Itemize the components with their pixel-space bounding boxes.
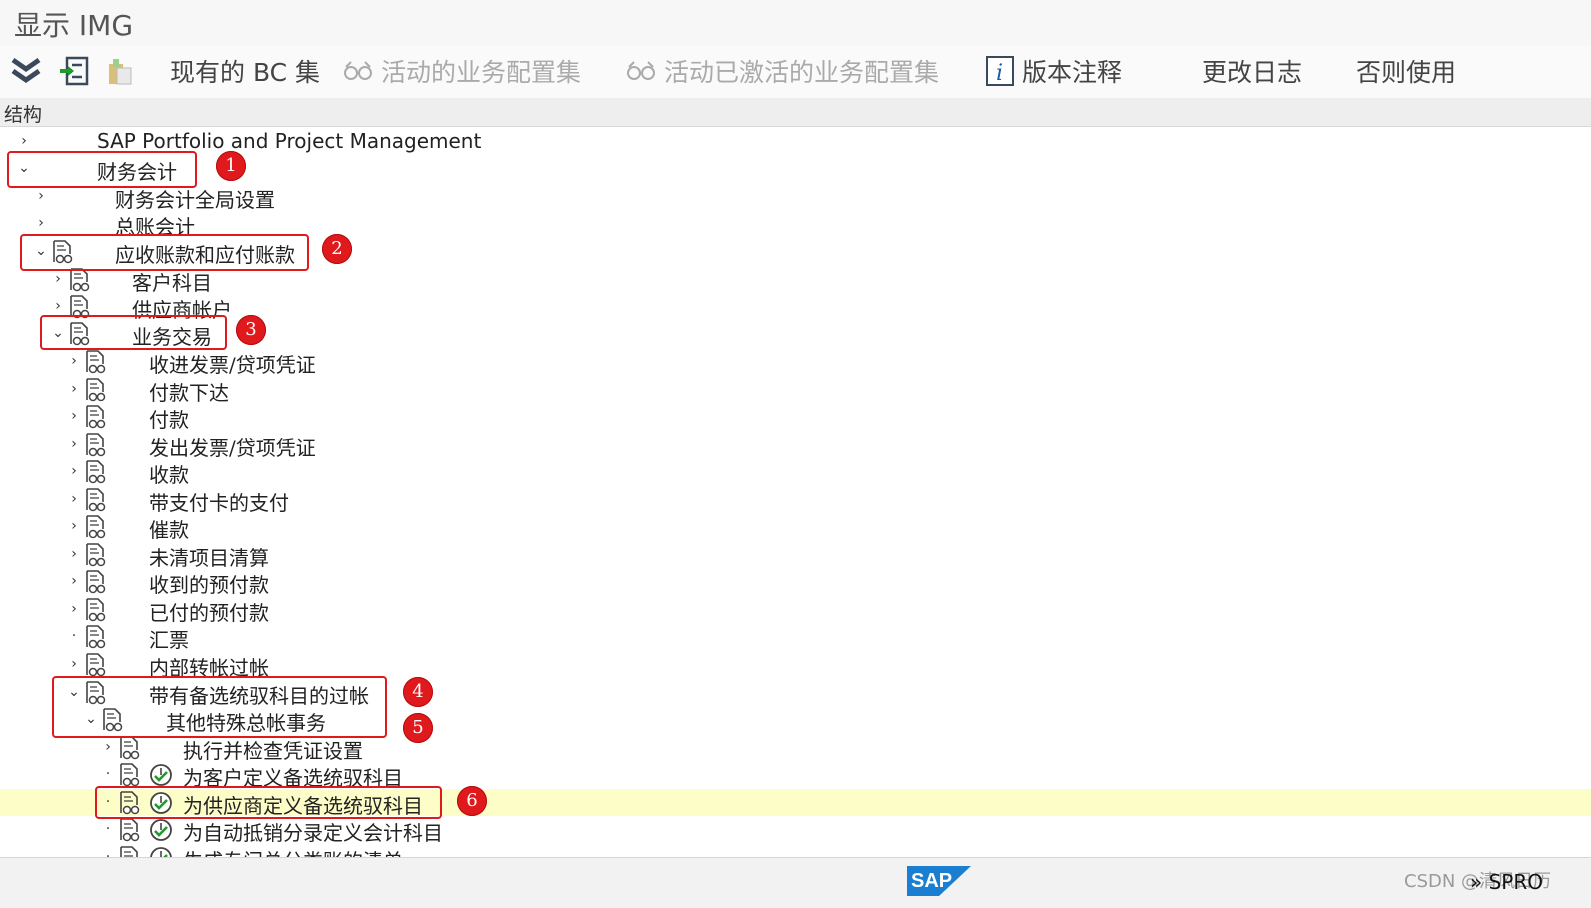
- active-bc-sets-button[interactable]: 活动的业务配置集: [343, 54, 581, 88]
- chevron-right-icon[interactable]: ›: [33, 186, 49, 206]
- callout-number-4: 4: [403, 677, 433, 707]
- chevron-right-icon[interactable]: ›: [66, 379, 82, 399]
- leaf-dot-icon: ·: [105, 849, 111, 857]
- chevron-right-icon[interactable]: ›: [66, 406, 82, 426]
- tree-node[interactable]: › 付款: [0, 403, 1591, 432]
- leaf-dot-icon: ·: [71, 628, 77, 644]
- tree-node[interactable]: › 收进发票/贷项凭证: [0, 348, 1591, 377]
- tree-node[interactable]: › 收到的预付款: [0, 568, 1591, 597]
- callout-number-6: 6: [457, 786, 487, 816]
- leaf-dot-icon: ·: [105, 766, 111, 782]
- clipboard-icon: [104, 56, 136, 86]
- callout-box-2: [20, 234, 309, 271]
- document-glasses-icon: [86, 570, 106, 594]
- leaf-dot-icon: ·: [105, 821, 111, 837]
- chevron-right-icon[interactable]: ›: [50, 269, 66, 289]
- change-log-button[interactable]: 更改日志: [1202, 54, 1302, 88]
- release-notes-button[interactable]: i 版本注释: [986, 54, 1122, 88]
- callout-number-3: 3: [236, 315, 266, 345]
- callout-box-6: [95, 786, 442, 819]
- tree-node[interactable]: › 已付的预付款: [0, 596, 1591, 625]
- tree-node[interactable]: › 付款下达: [0, 376, 1591, 405]
- document-glasses-icon: [120, 818, 140, 842]
- chevron-right-icon[interactable]: ›: [16, 131, 32, 151]
- tree-node[interactable]: · 汇票: [0, 623, 1591, 652]
- tree-node[interactable]: › 执行并检查凭证设置: [0, 734, 1591, 763]
- glasses-icon: [626, 61, 656, 81]
- chevron-right-icon[interactable]: ›: [33, 213, 49, 233]
- document-glasses-icon: [120, 846, 138, 857]
- chevron-right-icon[interactable]: ›: [66, 571, 82, 591]
- info-icon: i: [986, 56, 1014, 86]
- document-glasses-icon: [70, 268, 90, 292]
- title-bar: 显示 IMG: [0, 0, 1591, 47]
- chevron-right-icon[interactable]: ›: [66, 461, 82, 481]
- status-bar: SAP CSDN @清风日历 » SPRO: [0, 857, 1591, 908]
- document-glasses-icon: [86, 488, 106, 512]
- tree-node[interactable]: › SAP Portfolio and Project Management: [0, 128, 1591, 155]
- double-chevron-down-icon: [10, 56, 42, 86]
- svg-text:i: i: [996, 61, 1003, 86]
- callout-box-3: [40, 315, 227, 350]
- window-title: 显示 IMG: [14, 9, 134, 42]
- chevron-right-icon[interactable]: ›: [66, 434, 82, 454]
- document-glasses-icon: [86, 378, 106, 402]
- select-button[interactable]: [58, 54, 98, 88]
- execute-clock-check-icon[interactable]: [149, 846, 173, 857]
- document-glasses-icon: [86, 598, 106, 622]
- expand-all-button[interactable]: [10, 54, 50, 88]
- execute-clock-check-icon[interactable]: [149, 763, 173, 787]
- document-glasses-icon: [86, 460, 106, 484]
- tree-node[interactable]: › 带支付卡的支付: [0, 486, 1591, 515]
- transaction-code[interactable]: » SPRO: [1470, 870, 1543, 894]
- existing-bc-sets-button[interactable]: 现有的 BC 集: [170, 54, 320, 88]
- chevron-right-icon[interactable]: ›: [66, 654, 82, 674]
- tree-node[interactable]: › 财务会计全局设置: [0, 183, 1591, 212]
- execute-clock-check-icon[interactable]: [149, 818, 173, 842]
- callout-number-1: 1: [216, 151, 246, 181]
- tree-node[interactable]: › 未清项目清算: [0, 541, 1591, 570]
- tree-node[interactable]: › 催款: [0, 513, 1591, 542]
- document-glasses-icon: [86, 350, 106, 374]
- document-glasses-icon: [86, 653, 106, 677]
- tree-node[interactable]: · 为客户定义备选统驭科目: [0, 761, 1591, 790]
- tree-node[interactable]: › 总账会计: [0, 210, 1591, 239]
- activated-bc-sets-button[interactable]: 活动已激活的业务配置集: [626, 54, 939, 88]
- chevron-right-icon[interactable]: ›: [50, 296, 66, 316]
- callout-box-4-5: [52, 676, 387, 738]
- document-glasses-icon: [86, 625, 106, 649]
- document-glasses-icon: [120, 763, 140, 787]
- sap-logo: SAP: [907, 866, 971, 896]
- document-glasses-icon: [86, 543, 106, 567]
- callout-number-2: 2: [322, 234, 352, 264]
- chevron-right-icon[interactable]: ›: [66, 351, 82, 371]
- chevron-right-icon[interactable]: ›: [66, 489, 82, 509]
- tree-node[interactable]: › 收款: [0, 458, 1591, 487]
- callout-number-5: 5: [403, 713, 433, 743]
- document-glasses-icon: [120, 736, 140, 760]
- chevron-right-icon[interactable]: ›: [66, 544, 82, 564]
- callout-box-1: [7, 151, 197, 188]
- document-glasses-icon: [86, 515, 106, 539]
- tree-node[interactable]: · 生成专门总分类账的清单: [0, 844, 1591, 857]
- chevron-right-icon[interactable]: ›: [100, 737, 116, 757]
- glasses-icon: [343, 61, 373, 81]
- select-arrow-icon: [58, 56, 90, 86]
- where-used-button[interactable]: 否则使用: [1356, 54, 1456, 88]
- tree-node[interactable]: › 供应商帐户: [0, 293, 1591, 322]
- clipboard-button[interactable]: [104, 54, 144, 88]
- document-glasses-icon: [86, 433, 106, 457]
- tree-node[interactable]: › 发出发票/贷项凭证: [0, 431, 1591, 460]
- toolbar: 现有的 BC 集 活动的业务配置集 活动已激活的业务配置集 i 版本注释 更改日…: [0, 46, 1591, 99]
- structure-header: 结构: [0, 98, 1591, 127]
- document-glasses-icon: [86, 405, 106, 429]
- tree-node[interactable]: › 内部转帐过帐: [0, 651, 1591, 680]
- tree-node[interactable]: · 为自动抵销分录定义会计科目: [0, 816, 1591, 845]
- chevron-right-icon[interactable]: ›: [66, 516, 82, 536]
- chevron-right-icon[interactable]: ›: [66, 599, 82, 619]
